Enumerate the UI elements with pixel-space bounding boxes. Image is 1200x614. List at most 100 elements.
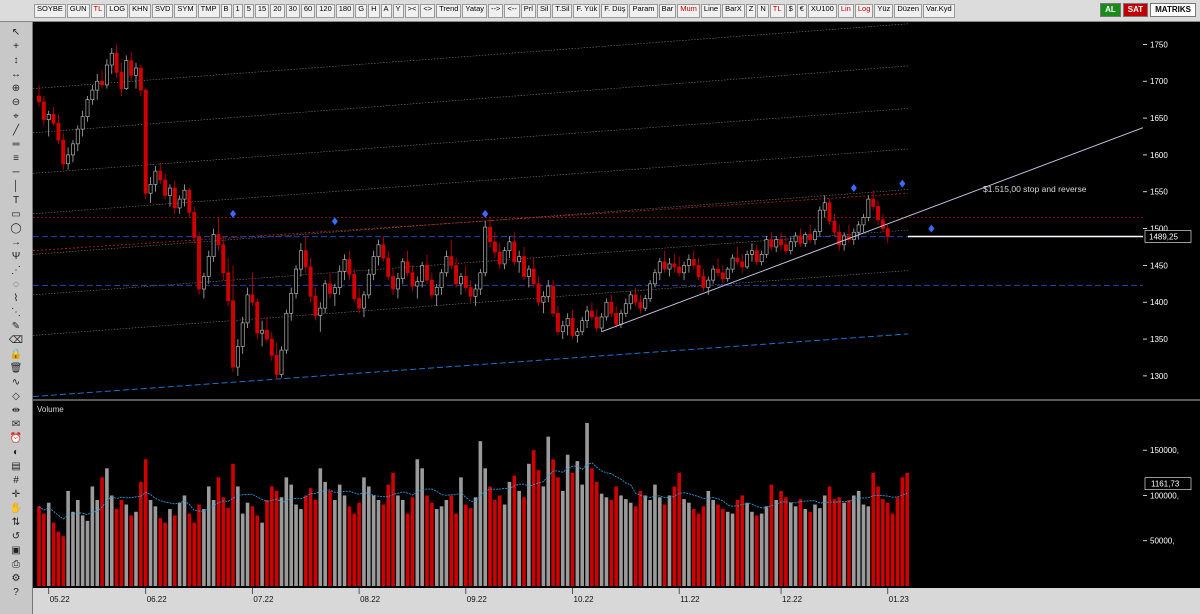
toolbar-button[interactable]: Y [392, 4, 404, 18]
toolbar-button[interactable]: B [220, 4, 232, 18]
regression-icon[interactable]: ⌇ [5, 292, 27, 305]
rect-icon[interactable]: ▭ [5, 208, 27, 221]
toolbar-button[interactable]: BarX [722, 4, 745, 18]
arrow-icon[interactable]: → [5, 236, 27, 249]
toolbar-button[interactable]: F. Düş [601, 4, 629, 18]
toolbar-button[interactable]: Log [854, 4, 874, 18]
volume-bar [177, 502, 182, 586]
hand-icon[interactable]: ✋ [5, 502, 27, 515]
wave-icon[interactable]: ∿ [5, 376, 27, 389]
toolbar-button[interactable]: LOG [106, 4, 129, 18]
toolbar-button[interactable]: € [796, 4, 807, 18]
arrow-up-down-icon[interactable]: ↕ [5, 54, 27, 67]
toolbar-button[interactable]: Düzen [894, 4, 922, 18]
toolbar-button[interactable]: GUN [66, 4, 90, 18]
volume-bar [362, 477, 366, 586]
alarm-icon[interactable]: ⏰ [5, 432, 27, 445]
eraser-icon[interactable]: ⌫ [5, 334, 27, 347]
zoom-out-icon[interactable]: ⊖ [5, 96, 27, 109]
trendline-icon[interactable]: ╱ [5, 124, 27, 137]
toolbar-button[interactable]: Var.Kyd [923, 4, 955, 18]
toolbar-button[interactable]: $ [785, 4, 796, 18]
measure-icon[interactable]: ⇹ [5, 404, 27, 417]
magnet-icon[interactable]: ⌖ [5, 110, 27, 123]
toolbar-button[interactable]: SOYBE [34, 4, 66, 18]
toolbar-button[interactable]: Trend [436, 4, 462, 18]
toolbar-button[interactable]: 1 [232, 4, 243, 18]
toolbar-button[interactable]: SYM [174, 4, 197, 18]
candle-body [502, 250, 507, 265]
toolbar-button[interactable]: 30 [285, 4, 300, 18]
toolbar-button[interactable]: SVD [151, 4, 174, 18]
candle-body [648, 283, 653, 299]
buy-button[interactable]: AL [1100, 3, 1121, 17]
toolbar-button[interactable]: Yatay [462, 4, 488, 18]
pointer-icon[interactable]: ↖ [5, 26, 27, 39]
note-icon[interactable]: ✉ [5, 418, 27, 431]
toolbar-button[interactable]: N [757, 4, 769, 18]
candle-body [114, 52, 119, 73]
toolbar-button[interactable]: Z [745, 4, 757, 18]
toolbar-button[interactable]: 60 [300, 4, 316, 18]
toolbar-button[interactable]: TL [90, 4, 106, 18]
sell-button[interactable]: SAT [1122, 3, 1149, 17]
toolbar-button[interactable]: TMP [197, 4, 220, 18]
cycle-icon[interactable]: ◌ [5, 278, 27, 291]
ellipse-icon[interactable]: ◯ [5, 222, 27, 235]
crosshair-icon[interactable]: ✛ [5, 488, 27, 501]
brush-icon[interactable]: ✎ [5, 320, 27, 333]
toolbar-button[interactable]: 5 [243, 4, 254, 18]
toolbar-button[interactable]: XU100 [807, 4, 837, 18]
style-icon[interactable]: ▤ [5, 460, 27, 473]
grid-icon[interactable]: # [5, 474, 27, 487]
price-chart[interactable]: 1300135014001450150015501600165017001750… [33, 22, 1200, 614]
toolbar-button[interactable]: Sil [536, 4, 552, 18]
arrow-left-right-icon[interactable]: ↔ [5, 68, 27, 81]
reset-icon[interactable]: ↺ [5, 530, 27, 543]
toolbar-button[interactable]: G [355, 4, 368, 18]
text-icon[interactable]: T [5, 194, 27, 207]
speedline-icon[interactable]: ⋱ [5, 306, 27, 319]
toolbar-button[interactable]: 120 [316, 4, 335, 18]
plus-icon[interactable]: + [5, 40, 27, 53]
pattern-icon[interactable]: ◇ [5, 390, 27, 403]
save-icon[interactable]: ▣ [5, 544, 27, 557]
vline-icon[interactable]: │ [5, 180, 27, 193]
toolbar-button[interactable]: Line [700, 4, 722, 18]
pitchfork-icon[interactable]: Ψ [5, 250, 27, 263]
trash-icon[interactable]: 🗑 [5, 362, 27, 375]
toolbar-button[interactable]: 180 [335, 4, 355, 18]
scroll-icon[interactable]: ⇅ [5, 516, 27, 529]
toolbar-button[interactable]: --> [488, 4, 504, 18]
toolbar-button[interactable]: >< [404, 4, 420, 18]
volume-bar [507, 481, 512, 586]
print-icon[interactable]: ⎙ [5, 558, 27, 571]
toolbar-button[interactable]: H [368, 4, 380, 18]
toolbar-button[interactable]: KHN [129, 4, 151, 18]
toolbar-button[interactable]: TL [769, 4, 785, 18]
toolbar-button[interactable]: Param [629, 4, 658, 18]
toolbar-button[interactable]: F. Yük [573, 4, 601, 18]
toolbar-button[interactable]: 20 [270, 4, 285, 18]
toolbar-button[interactable]: <-- [504, 4, 520, 18]
toolbar-button[interactable]: Prl [520, 4, 536, 18]
toolbar-button[interactable]: Yüz [874, 4, 894, 18]
toolbar-button[interactable]: A [380, 4, 392, 18]
volume-bar [803, 509, 808, 586]
volume-bar [352, 513, 357, 586]
lock-icon[interactable]: 🔒 [5, 348, 27, 361]
toolbar-button[interactable]: <> [420, 4, 436, 18]
color-icon[interactable]: ◐ [5, 446, 27, 459]
toolbar-button[interactable]: Lin [837, 4, 854, 18]
toolbar-button[interactable]: Bar [658, 4, 677, 18]
gann-icon[interactable]: ⋰ [5, 264, 27, 277]
fib-icon[interactable]: ≡ [5, 152, 27, 165]
toolbar-button[interactable]: Mum [677, 4, 700, 18]
channel-icon[interactable]: ═ [5, 138, 27, 151]
zoom-icon-icon[interactable]: ⊕ [5, 82, 27, 95]
settings-icon[interactable]: ⚙ [5, 572, 27, 585]
toolbar-button[interactable]: T.Sil [552, 4, 573, 18]
toolbar-button[interactable]: 15 [254, 4, 270, 18]
help-icon[interactable]: ? [5, 586, 27, 599]
hline-icon[interactable]: ─ [5, 166, 27, 179]
